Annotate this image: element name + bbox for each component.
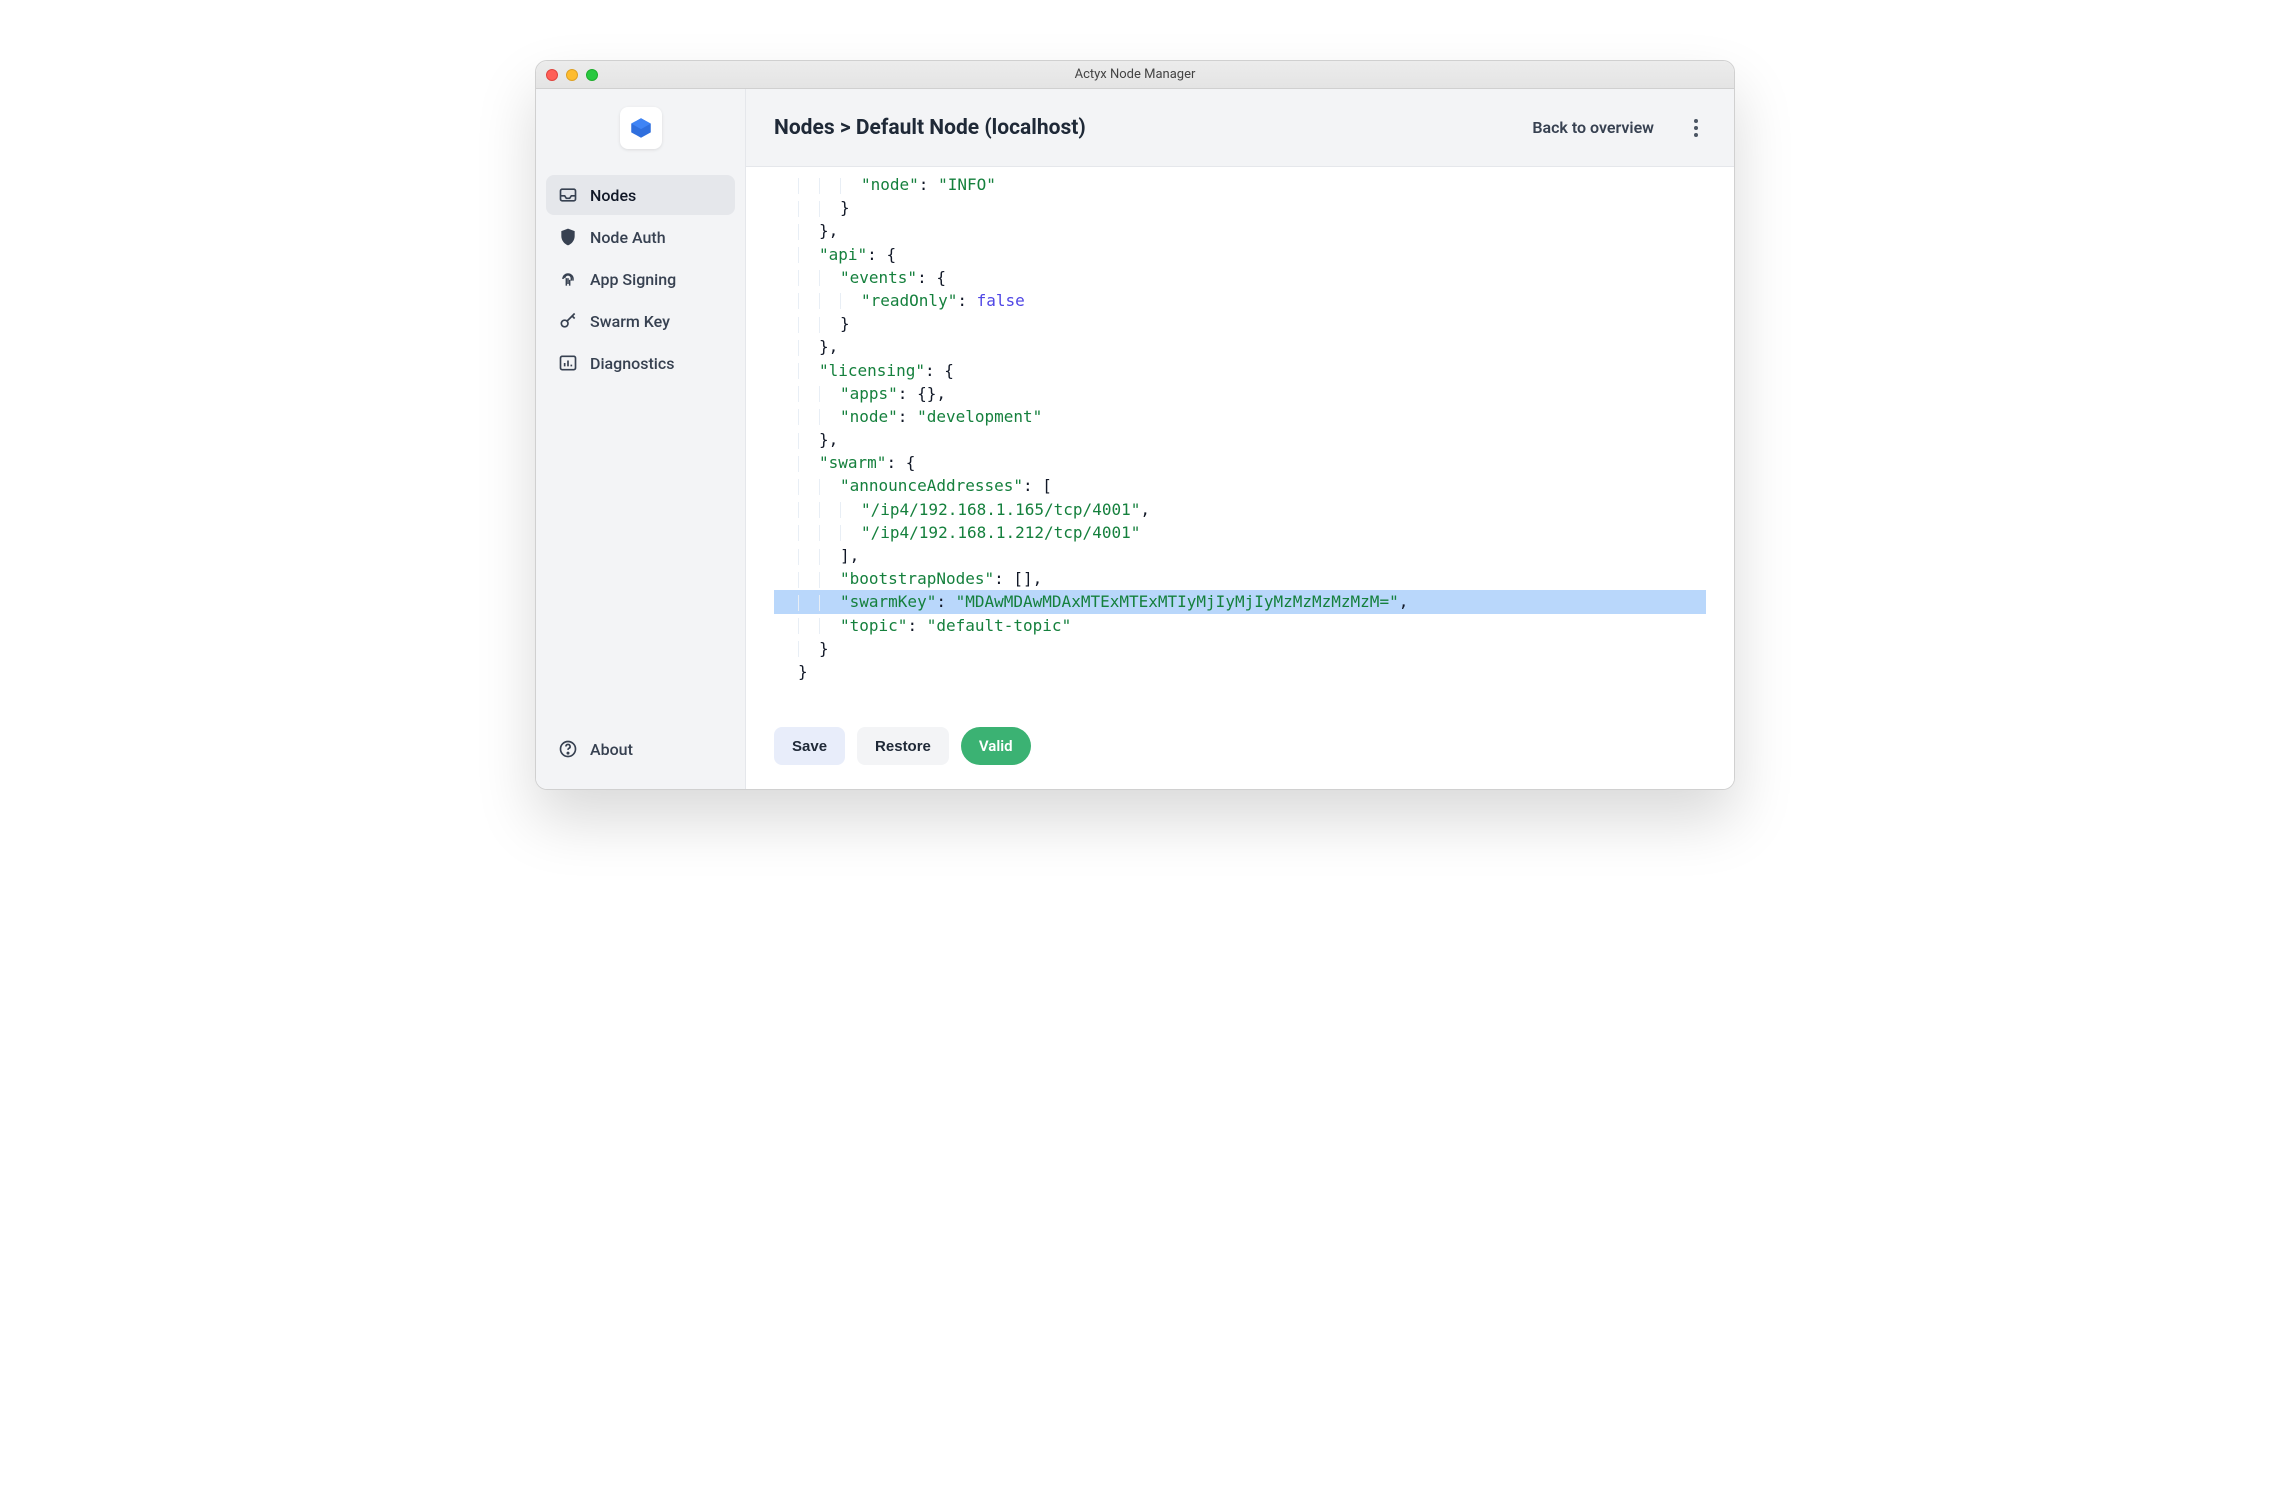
- fingerprint-icon: [558, 269, 578, 289]
- key-icon: [558, 311, 578, 331]
- sidebar-item-label: Swarm Key: [590, 312, 670, 331]
- sidebar-item-node-auth[interactable]: Node Auth: [546, 217, 735, 257]
- button-row: Save Restore Valid: [774, 727, 1706, 765]
- code-line[interactable]: }: [774, 660, 1706, 683]
- back-to-overview-link[interactable]: Back to overview: [1532, 118, 1654, 137]
- code-line[interactable]: "/ip4/192.168.1.212/tcp/4001": [774, 521, 1706, 544]
- save-button[interactable]: Save: [774, 727, 845, 765]
- sidebar: Nodes Node Auth App Signing Swarm Key Diagno…: [536, 89, 746, 789]
- code-line[interactable]: "announceAddresses": [: [774, 474, 1706, 497]
- sidebar-item-label: Node Auth: [590, 228, 666, 247]
- sidebar-item-app-signing[interactable]: App Signing: [546, 259, 735, 299]
- chart-icon: [558, 353, 578, 373]
- code-line[interactable]: "topic": "default-topic": [774, 614, 1706, 637]
- sidebar-item-swarm-key[interactable]: Swarm Key: [546, 301, 735, 341]
- kebab-menu-icon[interactable]: [1686, 119, 1706, 137]
- code-line[interactable]: "node": "development": [774, 405, 1706, 428]
- code-line[interactable]: },: [774, 335, 1706, 358]
- titlebar: Actyx Node Manager: [536, 61, 1734, 89]
- header-right: Back to overview: [1532, 118, 1706, 137]
- code-line[interactable]: },: [774, 219, 1706, 242]
- code-line[interactable]: "readOnly": false: [774, 289, 1706, 312]
- json-editor[interactable]: "node": "INFO"}},"api": {"events": {"rea…: [774, 167, 1706, 709]
- actyx-logo-icon: [628, 115, 654, 141]
- code-line[interactable]: "/ip4/192.168.1.165/tcp/4001",: [774, 498, 1706, 521]
- code-line[interactable]: "bootstrapNodes": [],: [774, 567, 1706, 590]
- code-line[interactable]: "node": "INFO": [774, 173, 1706, 196]
- valid-badge: Valid: [961, 727, 1031, 765]
- app-body: Nodes Node Auth App Signing Swarm Key Diagno…: [536, 89, 1734, 789]
- content: "node": "INFO"}},"api": {"events": {"rea…: [746, 167, 1734, 789]
- code-line[interactable]: "licensing": {: [774, 359, 1706, 382]
- sidebar-item-nodes[interactable]: Nodes: [546, 175, 735, 215]
- breadcrumb: Nodes > Default Node (localhost): [774, 116, 1086, 140]
- code-line[interactable]: "api": {: [774, 243, 1706, 266]
- code-line[interactable]: "events": {: [774, 266, 1706, 289]
- shield-icon: [558, 227, 578, 247]
- app-logo: [620, 107, 662, 149]
- sidebar-item-about[interactable]: About: [546, 729, 735, 769]
- main: Nodes > Default Node (localhost) Back to…: [746, 89, 1734, 789]
- nav-spacer: [546, 383, 735, 729]
- header: Nodes > Default Node (localhost) Back to…: [746, 89, 1734, 167]
- code-line[interactable]: }: [774, 637, 1706, 660]
- code-line[interactable]: ],: [774, 544, 1706, 567]
- app-window: Actyx Node Manager Nodes Node Auth App Sig…: [535, 60, 1735, 790]
- code-line[interactable]: "swarm": {: [774, 451, 1706, 474]
- code-line[interactable]: "swarmKey": "MDAwMDAwMDAxMTExMTExMTIyMjI…: [774, 590, 1706, 613]
- restore-button[interactable]: Restore: [857, 727, 949, 765]
- inbox-icon: [558, 185, 578, 205]
- code-line[interactable]: },: [774, 428, 1706, 451]
- code-line[interactable]: }: [774, 196, 1706, 219]
- code-line[interactable]: }: [774, 312, 1706, 335]
- logo-wrap: [546, 107, 735, 149]
- sidebar-item-label: Nodes: [590, 186, 636, 205]
- sidebar-item-label: About: [590, 740, 633, 759]
- window-title: Actyx Node Manager: [536, 67, 1734, 82]
- help-icon: [558, 739, 578, 759]
- code-line[interactable]: "apps": {},: [774, 382, 1706, 405]
- sidebar-item-label: App Signing: [590, 270, 676, 289]
- sidebar-item-diagnostics[interactable]: Diagnostics: [546, 343, 735, 383]
- nav: Nodes Node Auth App Signing Swarm Key Diagno…: [546, 175, 735, 383]
- sidebar-item-label: Diagnostics: [590, 354, 674, 373]
